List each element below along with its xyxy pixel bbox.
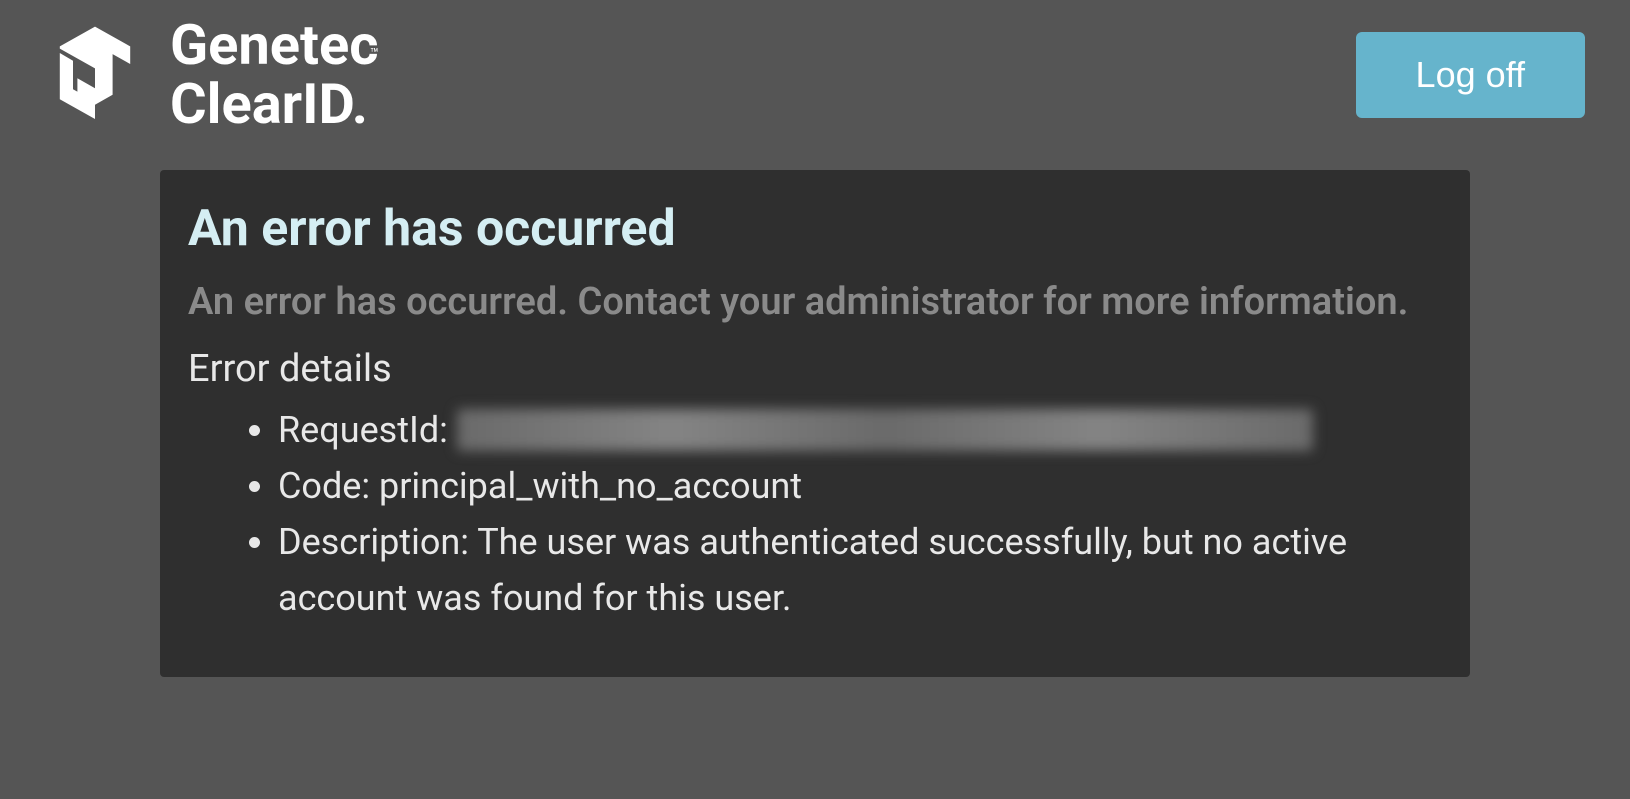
error-code-item: Code: principal_with_no_account (278, 459, 1442, 515)
brand-line2: ClearID.™ (170, 75, 387, 134)
logoff-button[interactable]: Log off (1356, 32, 1585, 118)
code-value: principal_with_no_account (379, 465, 802, 507)
error-panel: An error has occurred An error has occur… (160, 170, 1470, 677)
request-id-value: ████████-████-████-████-████████████ (457, 409, 1313, 451)
request-id-label: RequestId: (278, 409, 448, 451)
brand-logo-text: Genetec™ ClearID.™ (170, 16, 387, 134)
brand-logo-area: Genetec™ ClearID.™ (35, 15, 387, 135)
error-details-heading: Error details (188, 347, 1442, 391)
error-details-list: RequestId: ████████-████-████-████-█████… (188, 403, 1442, 626)
brand-logo-icon (35, 15, 155, 135)
error-subtitle: An error has occurred. Contact your admi… (188, 278, 1442, 327)
error-request-id-item: RequestId: ████████-████-████-████-█████… (278, 403, 1442, 459)
error-description-item: Description: The user was authenticated … (278, 515, 1442, 627)
brand-line1: Genetec™ (170, 16, 387, 75)
header-bar: Genetec™ ClearID.™ Log off (0, 0, 1630, 150)
code-label: Code: (278, 465, 370, 507)
error-title: An error has occurred (188, 200, 1442, 258)
description-label: Description: (278, 521, 469, 563)
